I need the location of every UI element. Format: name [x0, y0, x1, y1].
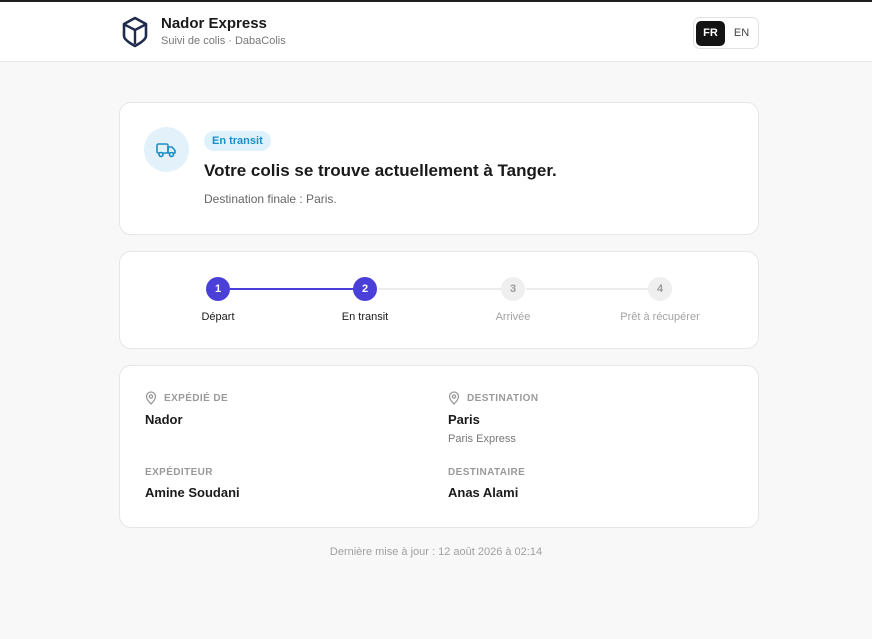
step-3-label: Arrivée — [495, 311, 531, 323]
destination-label-row: DESTINATION — [448, 391, 539, 405]
destination-label: DESTINATION — [467, 393, 539, 404]
shipment-details-card: EXPÉDIÉ DE Nador DESTINATION Paris Paris… — [119, 365, 759, 528]
step-1-circle: 1 — [206, 277, 230, 301]
progress-stepper: 1 2 3 4 Départ En transit Arrivée Prêt à… — [119, 251, 759, 349]
truck-icon — [156, 143, 176, 158]
lang-en-button[interactable]: EN — [727, 21, 756, 46]
step-connector-3 — [526, 288, 648, 290]
map-pin-icon — [145, 391, 157, 408]
lang-fr-button[interactable]: FR — [696, 21, 725, 46]
step-1-label: Départ — [201, 311, 235, 323]
status-message: Votre colis se trouve actuellement à Tan… — [204, 161, 557, 180]
step-2-label: En transit — [341, 311, 389, 323]
status-card: En transit Votre colis se trouve actuell… — [119, 102, 759, 235]
step-4-label: Prêt à récupérer — [620, 311, 700, 323]
status-destination: Destination finale : Paris. — [204, 192, 337, 206]
app-header: Nador Express Suivi de colis · DabaColis… — [0, 2, 872, 62]
brand-title: Nador Express — [161, 15, 267, 32]
status-icon-circle — [144, 127, 189, 172]
recipient-value: Anas Alami — [448, 485, 519, 500]
package-cube-icon — [121, 16, 149, 48]
origin-value: Nador — [145, 412, 183, 427]
sender-label: EXPÉDITEUR — [145, 467, 213, 478]
language-switcher: FR EN — [693, 17, 759, 49]
map-pin-icon — [448, 391, 460, 408]
destination-agency: Paris Express — [448, 433, 516, 445]
origin-label: EXPÉDIÉ DE — [164, 393, 229, 404]
step-2-circle: 2 — [353, 277, 377, 301]
step-connector-1 — [230, 288, 366, 290]
step-connector-2 — [378, 288, 502, 290]
brand-subtitle: Suivi de colis · DabaColis — [161, 35, 286, 47]
destination-value: Paris — [448, 412, 480, 427]
step-4-circle: 4 — [648, 277, 672, 301]
step-3-circle: 3 — [501, 277, 525, 301]
origin-label-row: EXPÉDIÉ DE — [145, 391, 229, 405]
recipient-label: DESTINATAIRE — [448, 467, 526, 478]
last-updated-text: Dernière mise à jour : 12 août 2026 à 02… — [329, 546, 543, 558]
sender-value: Amine Soudani — [145, 485, 240, 500]
status-badge: En transit — [204, 131, 271, 151]
